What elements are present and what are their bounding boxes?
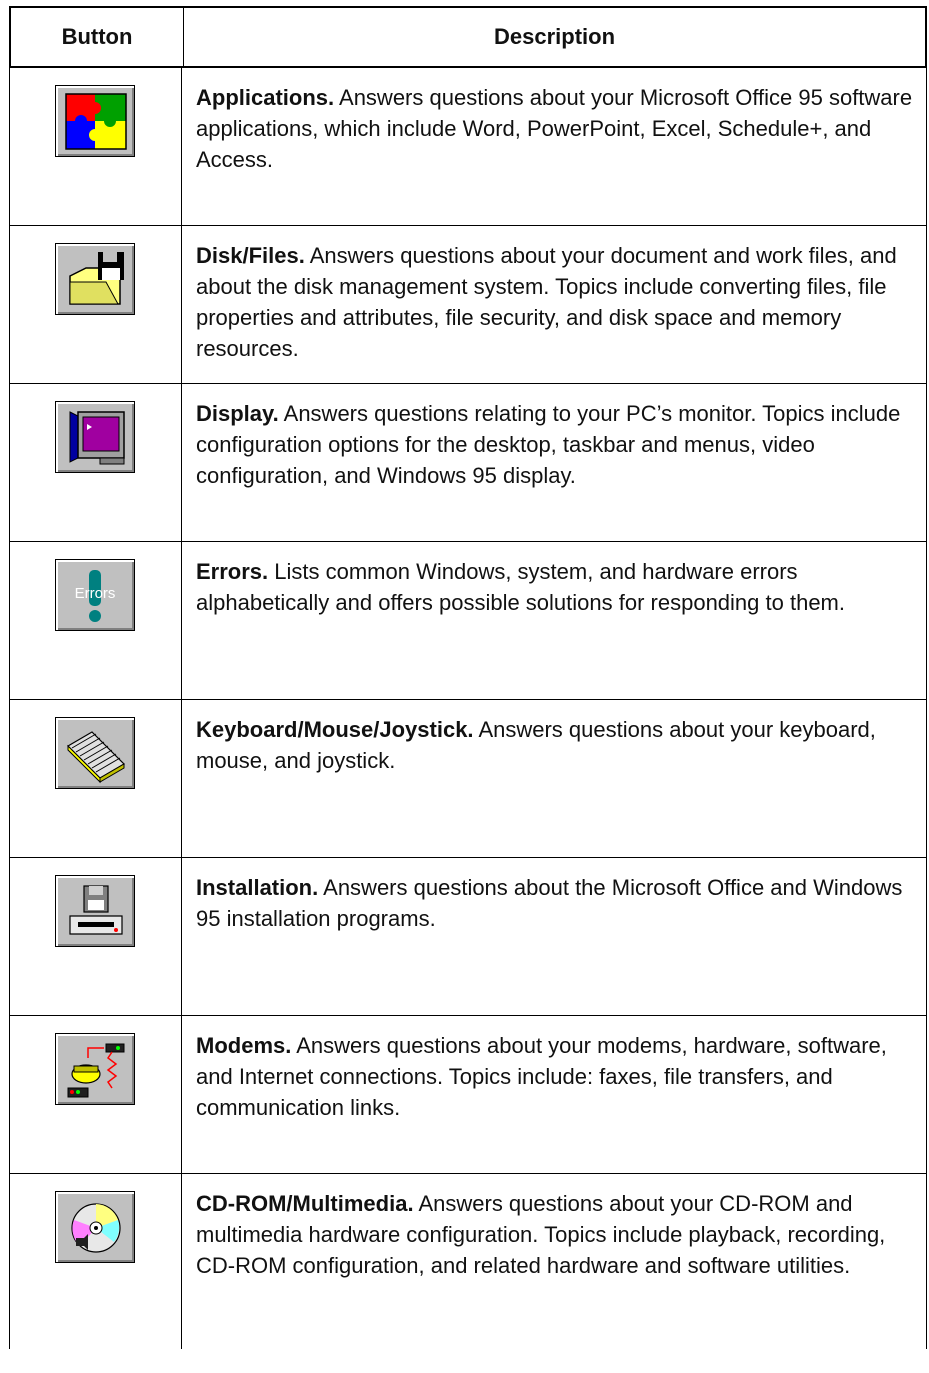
disk-files-icon[interactable] xyxy=(55,243,135,315)
button-description-table: Button Description Applications. Answers xyxy=(9,6,927,1349)
modem-icon[interactable] xyxy=(55,1033,135,1105)
puzzle-icon[interactable] xyxy=(55,85,135,157)
table-row: CD-ROM/Multimedia. Answers questions abo… xyxy=(9,1174,927,1349)
header-description: Description xyxy=(493,24,616,49)
row-title: Display. xyxy=(196,401,279,426)
row-title: Errors. xyxy=(196,559,269,584)
header-button: Button xyxy=(11,8,184,66)
row-text: Answers questions relating to your PC’s … xyxy=(196,401,901,488)
row-title: Installation. xyxy=(196,875,319,900)
errors-icon-label: Errors xyxy=(75,585,116,602)
monitor-icon[interactable] xyxy=(55,401,135,473)
row-title: CD-ROM/Multimedia. xyxy=(196,1191,414,1216)
cdrom-icon[interactable] xyxy=(55,1191,135,1263)
table-row: Display. Answers questions relating to y… xyxy=(9,384,927,542)
table-row: Installation. Answers questions about th… xyxy=(9,858,927,1016)
row-title: Disk/Files. xyxy=(196,243,305,268)
table-row: Disk/Files. Answers questions about your… xyxy=(9,226,927,384)
row-title: Keyboard/Mouse/Joystick. xyxy=(196,717,474,742)
errors-icon[interactable]: Errors xyxy=(55,559,135,631)
table-row: Applications. Answers questions about yo… xyxy=(9,68,927,226)
table-header: Button Description xyxy=(9,6,927,68)
keyboard-icon[interactable] xyxy=(55,717,135,789)
table-row: Keyboard/Mouse/Joystick. Answers questio… xyxy=(9,700,927,858)
row-text: Answers questions about your modems, har… xyxy=(196,1033,887,1120)
row-title: Applications. xyxy=(196,85,335,110)
installation-icon[interactable] xyxy=(55,875,135,947)
row-title: Modems. xyxy=(196,1033,292,1058)
table-row: Modems. Answers questions about your mod… xyxy=(9,1016,927,1174)
row-text: Lists common Windows, system, and hardwa… xyxy=(196,559,845,615)
table-row: Errors Errors. Lists common Windows, sys… xyxy=(9,542,927,700)
